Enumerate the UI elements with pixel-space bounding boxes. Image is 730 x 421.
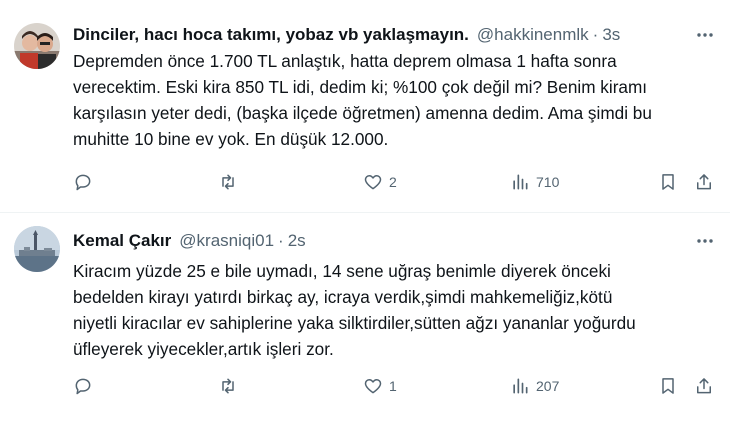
share-icon <box>697 378 711 394</box>
author-name[interactable]: Kemal Çakır <box>73 231 171 251</box>
tweet-1[interactable]: Dinciler, hacı hoca takımı, yobaz vb yak… <box>0 0 730 213</box>
reply-button[interactable] <box>73 170 93 194</box>
tweet-header: Kemal Çakır @krasniqi01 · 2s <box>73 230 716 252</box>
views-button[interactable]: 710 <box>510 170 559 194</box>
reply-icon <box>75 378 91 395</box>
tweet-header: Dinciler, hacı hoca takımı, yobaz vb yak… <box>73 24 716 46</box>
avatar[interactable] <box>14 23 60 69</box>
author-handle[interactable]: @hakkinenmlk <box>477 25 589 45</box>
share-icon <box>697 174 711 190</box>
separator-dot: · <box>278 231 284 250</box>
more-options-button[interactable] <box>694 230 716 252</box>
heart-icon <box>364 379 382 394</box>
tweet-actions: 1 207 <box>73 374 716 398</box>
bookmark-button[interactable] <box>658 374 678 398</box>
retweet-button[interactable] <box>218 374 238 398</box>
like-button[interactable]: 1 <box>363 374 397 398</box>
bookmark-icon <box>662 174 674 190</box>
avatar[interactable] <box>14 226 60 272</box>
timestamp[interactable]: 3s <box>602 25 620 45</box>
tweet-actions: 2 710 <box>73 170 716 194</box>
bookmark-icon <box>662 378 674 394</box>
share-button[interactable] <box>694 374 714 398</box>
tweet-text: Depremden önce 1.700 TL anlaştık, hatta … <box>73 51 652 149</box>
more-options-button[interactable] <box>694 24 716 46</box>
author-handle[interactable]: @krasniqi01 <box>179 231 274 251</box>
tweet-2[interactable]: Kemal Çakır @krasniqi01 · 2s Kiracım yüz… <box>0 213 730 421</box>
tweet-text: Kiracım yüzde 25 e bile uymadı, 14 sene … <box>73 261 636 359</box>
retweet-button[interactable] <box>218 170 238 194</box>
views-button[interactable]: 207 <box>510 374 559 398</box>
analytics-icon <box>513 378 528 394</box>
heart-icon <box>364 175 382 190</box>
like-count: 2 <box>389 174 397 190</box>
view-count: 710 <box>536 174 560 190</box>
author-name[interactable]: Dinciler, hacı hoca takımı, yobaz vb yak… <box>73 25 469 45</box>
timestamp[interactable]: 2s <box>288 231 306 251</box>
bookmark-button[interactable] <box>658 170 678 194</box>
reply-button[interactable] <box>73 374 93 398</box>
ellipsis-icon <box>697 33 713 37</box>
separator-dot: · <box>592 25 599 44</box>
analytics-icon <box>513 174 528 190</box>
share-button[interactable] <box>694 170 714 194</box>
like-button[interactable]: 2 <box>363 170 397 194</box>
like-count: 1 <box>389 378 397 394</box>
retweet-icon <box>222 378 234 394</box>
retweet-icon <box>222 174 234 190</box>
view-count: 207 <box>536 378 560 394</box>
ellipsis-icon <box>697 239 713 243</box>
reply-icon <box>75 174 91 191</box>
